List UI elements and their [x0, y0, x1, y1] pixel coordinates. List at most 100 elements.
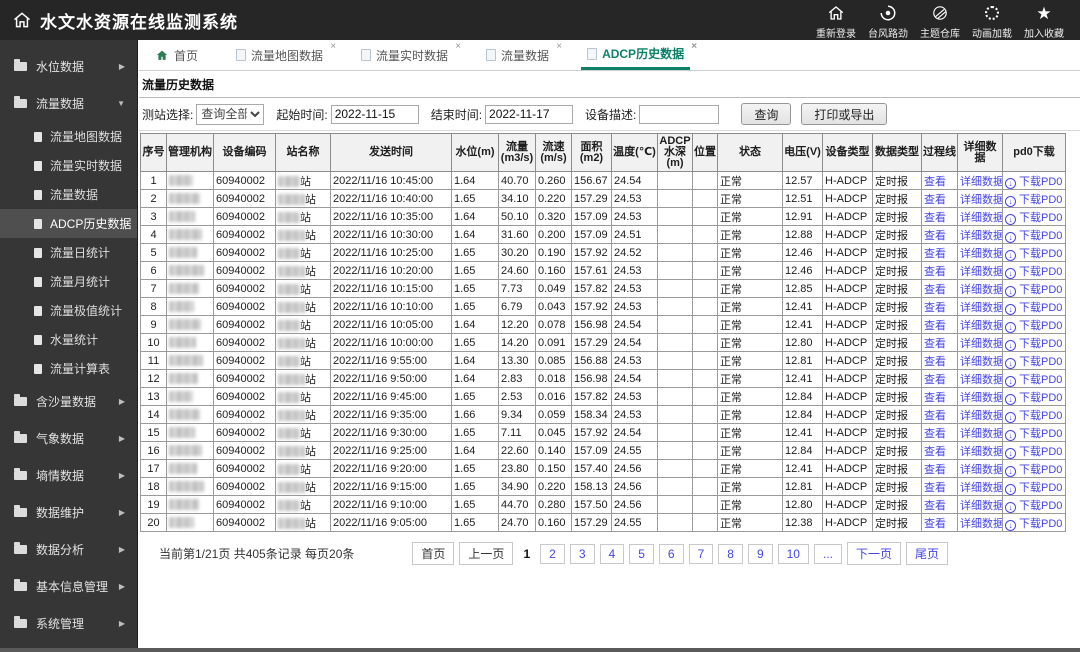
page-number-button-2[interactable]: 2	[540, 543, 565, 564]
pd0-download-link[interactable]: 下载PD0	[1005, 302, 1062, 315]
start-time-input[interactable]	[330, 104, 419, 124]
topbar-action-0[interactable]: 重新登录	[810, 1, 862, 40]
process-view-link[interactable]: 查看	[924, 446, 946, 458]
topbar-action-4[interactable]: ★ 加入收藏	[1018, 1, 1070, 40]
detail-data-link[interactable]: 详细数据	[960, 356, 1002, 368]
pd0-download-link[interactable]: 下载PD0	[1005, 446, 1062, 459]
sidebar-subitem-1-6[interactable]: 流量极值统计	[0, 296, 137, 325]
page-number-button-3[interactable]: 3	[569, 543, 595, 564]
page-last-button[interactable]: 尾页	[906, 542, 949, 565]
detail-data-link[interactable]: 详细数据	[960, 266, 1002, 278]
pd0-download-link[interactable]: 下载PD0	[1005, 338, 1062, 351]
pd0-download-link[interactable]: 下载PD0	[1005, 374, 1062, 387]
detail-data-link[interactable]: 详细数据	[960, 464, 1002, 476]
process-view-link[interactable]: 查看	[924, 230, 946, 242]
pd0-download-link[interactable]: 下载PD0	[1005, 284, 1062, 297]
tab-1[interactable]: 流量地图数据	[230, 40, 329, 70]
process-view-link[interactable]: 查看	[924, 482, 946, 494]
process-view-link[interactable]: 查看	[924, 320, 946, 332]
pd0-download-link[interactable]: 下载PD0	[1005, 248, 1062, 261]
sidebar-item-8[interactable]: 系统管理	[0, 605, 137, 642]
tab-close-icon[interactable]	[330, 42, 336, 52]
pd0-download-link[interactable]: 下载PD0	[1005, 320, 1062, 333]
process-view-link[interactable]: 查看	[924, 248, 946, 260]
process-view-link[interactable]: 查看	[924, 284, 946, 296]
pd0-download-link[interactable]: 下载PD0	[1005, 500, 1062, 513]
tab-0[interactable]: 首页	[149, 40, 204, 70]
tab-close-icon[interactable]	[455, 42, 461, 52]
tab-3[interactable]: 流量数据	[480, 40, 555, 70]
sidebar-item-7[interactable]: 基本信息管理	[0, 568, 137, 605]
sidebar-subitem-1-8[interactable]: 流量计算表	[0, 354, 137, 383]
detail-data-link[interactable]: 详细数据	[960, 194, 1002, 206]
process-view-link[interactable]: 查看	[924, 464, 946, 476]
sidebar-subitem-1-2[interactable]: 流量数据	[0, 180, 137, 209]
pd0-download-link[interactable]: 下载PD0	[1005, 212, 1062, 225]
pd0-download-link[interactable]: 下载PD0	[1005, 230, 1062, 243]
detail-data-link[interactable]: 详细数据	[960, 482, 1002, 494]
process-view-link[interactable]: 查看	[924, 212, 946, 224]
detail-data-link[interactable]: 详细数据	[960, 428, 1002, 440]
query-button[interactable]: 查询	[741, 103, 792, 125]
pd0-download-link[interactable]: 下载PD0	[1005, 482, 1062, 495]
pd0-download-link[interactable]: 下载PD0	[1005, 428, 1062, 441]
sidebar-item-3[interactable]: 气象数据	[0, 420, 137, 457]
tab-2[interactable]: 流量实时数据	[355, 40, 454, 70]
detail-data-link[interactable]: 详细数据	[960, 374, 1002, 386]
detail-data-link[interactable]: 详细数据	[960, 518, 1002, 530]
detail-data-link[interactable]: 详细数据	[960, 446, 1002, 458]
pd0-download-link[interactable]: 下载PD0	[1005, 464, 1062, 477]
sidebar-item-0[interactable]: 水位数据	[0, 48, 137, 85]
detail-data-link[interactable]: 详细数据	[960, 284, 1002, 296]
tab-4[interactable]: ADCP历史数据	[581, 40, 691, 70]
page-prev-button[interactable]: 上一页	[459, 542, 514, 565]
process-view-link[interactable]: 查看	[924, 176, 946, 188]
sidebar-subitem-1-1[interactable]: 流量实时数据	[0, 151, 137, 180]
process-view-link[interactable]: 查看	[924, 266, 946, 278]
detail-data-link[interactable]: 详细数据	[960, 302, 1002, 314]
detail-data-link[interactable]: 详细数据	[960, 338, 1002, 350]
device-desc-input[interactable]	[639, 104, 720, 124]
pd0-download-link[interactable]: 下载PD0	[1005, 356, 1062, 369]
process-view-link[interactable]: 查看	[924, 356, 946, 368]
process-view-link[interactable]: 查看	[924, 374, 946, 386]
detail-data-link[interactable]: 详细数据	[960, 176, 1002, 188]
process-view-link[interactable]: 查看	[924, 302, 946, 314]
tab-close-icon[interactable]	[556, 42, 562, 52]
process-view-link[interactable]: 查看	[924, 338, 946, 350]
pd0-download-link[interactable]: 下载PD0	[1005, 410, 1062, 423]
detail-data-link[interactable]: 详细数据	[960, 392, 1002, 404]
topbar-action-3[interactable]: 动画加载	[966, 1, 1018, 40]
detail-data-link[interactable]: 详细数据	[960, 500, 1002, 512]
tab-close-icon[interactable]	[691, 42, 697, 52]
process-view-link[interactable]: 查看	[924, 392, 946, 404]
process-view-link[interactable]: 查看	[924, 410, 946, 422]
sidebar-subitem-1-0[interactable]: 流量地图数据	[0, 122, 137, 151]
pd0-download-link[interactable]: 下载PD0	[1005, 518, 1062, 531]
process-view-link[interactable]: 查看	[924, 428, 946, 440]
pd0-download-link[interactable]: 下载PD0	[1005, 392, 1062, 405]
detail-data-link[interactable]: 详细数据	[960, 230, 1002, 242]
page-number-button-7[interactable]: 7	[688, 543, 714, 564]
page-next-button[interactable]: 下一页	[847, 542, 902, 565]
detail-data-link[interactable]: 详细数据	[960, 212, 1002, 224]
detail-data-link[interactable]: 详细数据	[960, 410, 1002, 422]
topbar-action-1[interactable]: 台风路劲	[862, 1, 914, 40]
page-number-button-4[interactable]: 4	[599, 543, 625, 564]
page-number-button-9[interactable]: 9	[747, 543, 773, 564]
sidebar-item-1[interactable]: 流量数据	[0, 85, 137, 122]
detail-data-link[interactable]: 详细数据	[960, 320, 1002, 332]
sidebar-item-6[interactable]: 数据分析	[0, 531, 137, 568]
sidebar-item-2[interactable]: 含沙量数据	[0, 383, 137, 420]
print-export-button[interactable]: 打印或导出	[801, 103, 888, 125]
pd0-download-link[interactable]: 下载PD0	[1005, 266, 1062, 279]
sidebar-item-4[interactable]: 墒情数据	[0, 457, 137, 494]
sidebar-subitem-1-7[interactable]: 水量统计	[0, 325, 137, 354]
process-view-link[interactable]: 查看	[924, 500, 946, 512]
page-first-button[interactable]: 首页	[412, 542, 455, 565]
detail-data-link[interactable]: 详细数据	[960, 248, 1002, 260]
station-select[interactable]: 查询全部	[196, 103, 265, 125]
end-time-input[interactable]	[485, 104, 574, 124]
pd0-download-link[interactable]: 下载PD0	[1005, 194, 1062, 207]
page-number-button-10[interactable]: 10	[777, 543, 809, 564]
